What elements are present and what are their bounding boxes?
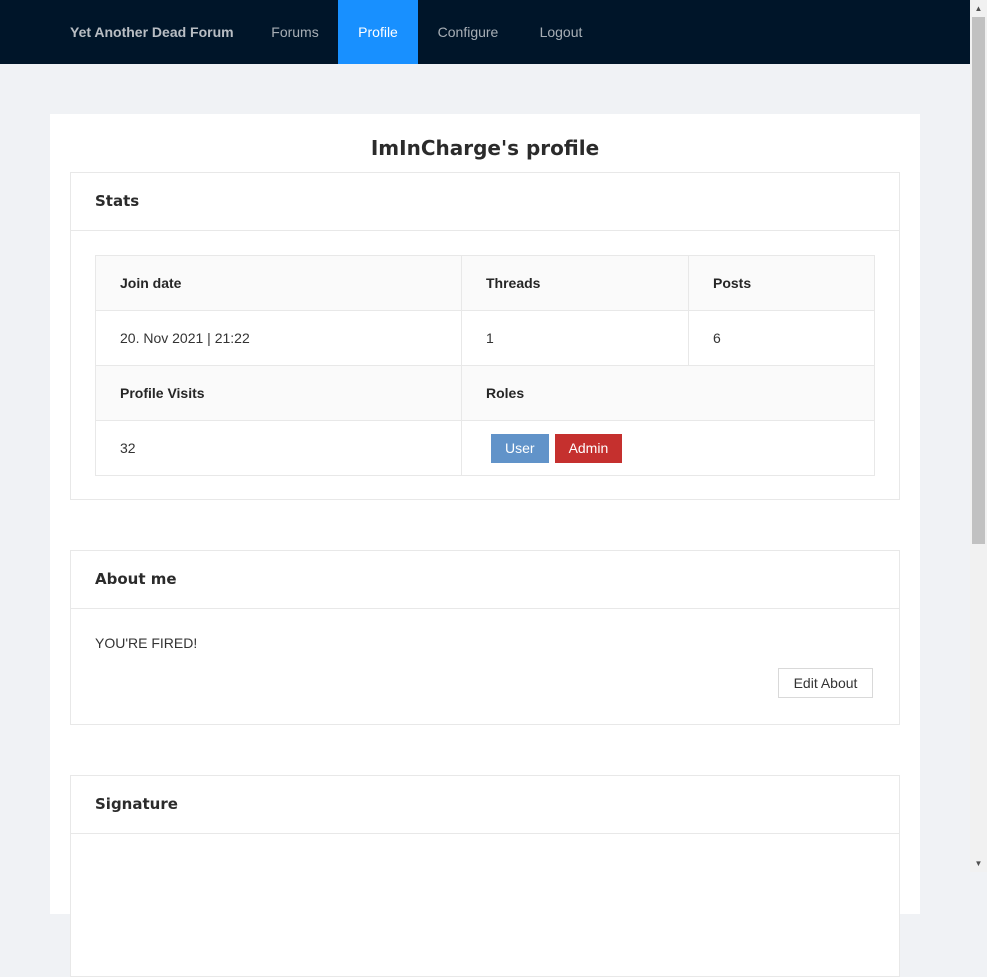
roles-cell: User Admin	[461, 420, 875, 476]
nav-item-configure[interactable]: Configure	[418, 0, 518, 64]
about-card: About me YOU'RE FIRED! Edit About	[70, 550, 900, 725]
about-text: YOU'RE FIRED!	[95, 635, 198, 651]
join-date-label: Join date	[95, 255, 462, 311]
nav-item-profile[interactable]: Profile	[338, 0, 418, 64]
stats-card-header: Stats	[71, 173, 899, 231]
top-navbar: Yet Another Dead Forum Forums Profile Co…	[0, 0, 970, 64]
signature-card-header: Signature	[71, 776, 899, 834]
stats-card: Stats Join date Threads Posts 20. Nov 20…	[70, 172, 900, 500]
profile-content: ImInCharge's profile Stats Join date Thr…	[50, 114, 920, 977]
role-tag-admin: Admin	[554, 433, 623, 463]
posts-value: 6	[688, 310, 875, 366]
page-title: ImInCharge's profile	[370, 136, 600, 160]
threads-label: Threads	[461, 255, 689, 311]
role-tag-user: User	[491, 433, 549, 463]
scrollbar-thumb[interactable]	[972, 17, 985, 544]
brand-title[interactable]: Yet Another Dead Forum	[70, 0, 234, 64]
table-row: Join date Threads Posts	[95, 255, 875, 311]
about-card-header: About me	[71, 551, 899, 609]
scroll-up-icon[interactable]: ▲	[970, 0, 987, 17]
stats-table: Join date Threads Posts 20. Nov 2021 | 2…	[95, 255, 875, 476]
table-row: 20. Nov 2021 | 21:22 1 6	[95, 310, 875, 366]
table-row: Profile Visits Roles	[95, 365, 875, 421]
scroll-down-icon[interactable]: ▼	[970, 855, 987, 872]
nav-item-forums[interactable]: Forums	[252, 0, 338, 64]
signature-card: Signature	[70, 775, 900, 977]
posts-label: Posts	[688, 255, 875, 311]
edit-about-button[interactable]: Edit About	[778, 668, 873, 698]
threads-value: 1	[461, 310, 689, 366]
roles-label: Roles	[461, 365, 875, 421]
vertical-scrollbar[interactable]: ▲ ▼	[970, 0, 987, 872]
profile-visits-value: 32	[95, 420, 462, 476]
nav-item-logout[interactable]: Logout	[518, 0, 604, 64]
profile-visits-label: Profile Visits	[95, 365, 462, 421]
table-row: 32 User Admin	[95, 420, 875, 476]
join-date-value: 20. Nov 2021 | 21:22	[95, 310, 462, 366]
